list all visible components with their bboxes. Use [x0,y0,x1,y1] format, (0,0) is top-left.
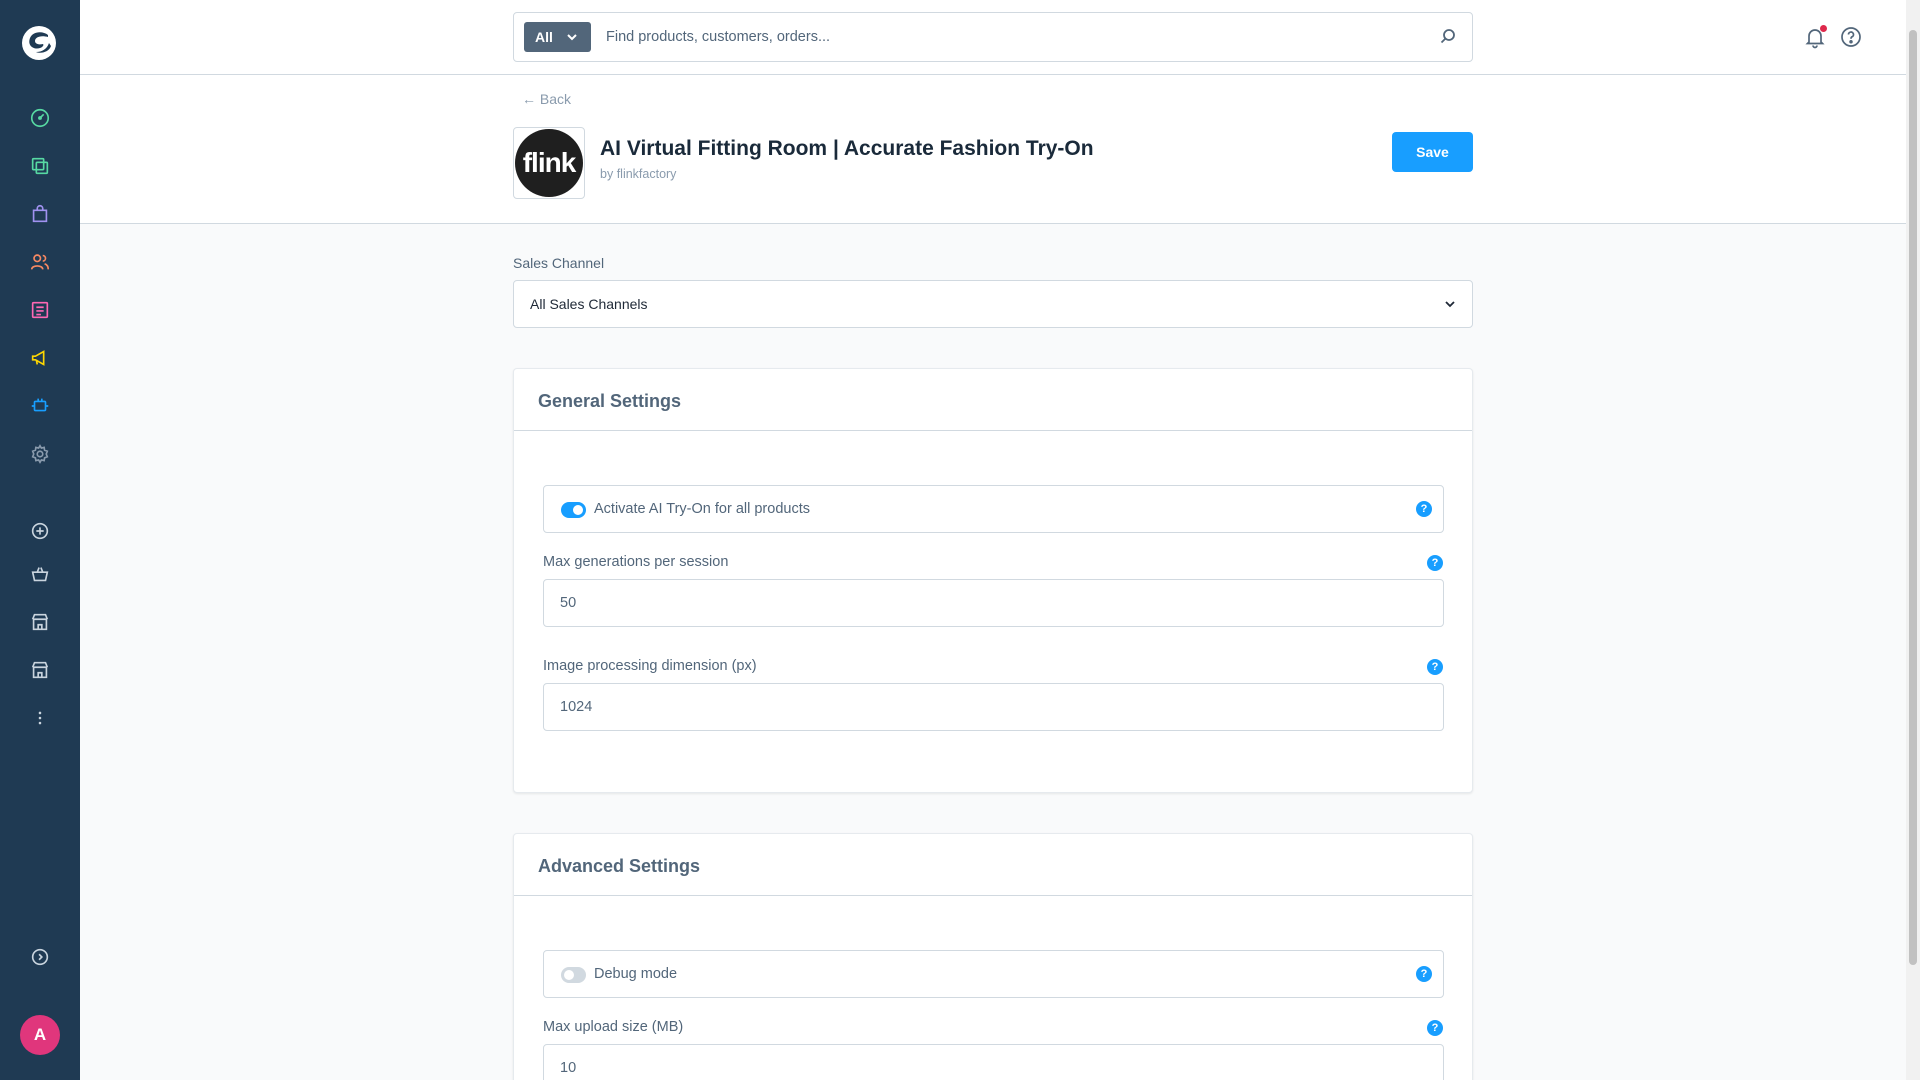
image-dimension-input[interactable] [543,683,1444,731]
dashboard-icon[interactable] [26,104,54,132]
main-sidebar: A [0,0,80,1080]
more-icon[interactable] [26,704,54,732]
global-search: All [513,12,1473,62]
max-upload-input[interactable] [543,1044,1444,1080]
content-icon[interactable] [26,296,54,324]
extensions-icon[interactable] [26,392,54,420]
general-settings-card: General Settings Activate AI Try-On for … [513,368,1473,793]
activate-try-on-label: Activate AI Try-On for all products [594,501,810,517]
save-button[interactable]: Save [1392,132,1473,172]
card-header: General Settings [514,369,1472,431]
vendor-name[interactable]: flinkfactory [617,167,677,181]
marketing-icon[interactable] [26,344,54,372]
search-type-label: All [535,29,553,45]
sales-channel-label: Sales Channel [513,255,605,271]
activate-try-on-switch[interactable] [561,502,586,518]
max-upload-label: Max upload size (MB) [543,1019,684,1035]
card-title: General Settings [538,391,682,411]
chevron-down-icon [1445,301,1455,308]
collapse-icon[interactable] [26,943,54,971]
help-icon[interactable]: ? [1416,501,1432,517]
help-icon[interactable]: ? [1416,966,1432,982]
card-title: Advanced Settings [538,856,701,876]
app-vendor: by flinkfactory [600,167,676,181]
page-scrollbar[interactable] [1906,0,1920,1080]
debug-mode-label: Debug mode [594,966,678,982]
scrollbar-thumb[interactable] [1909,30,1917,965]
search-icon[interactable] [1438,27,1458,47]
storefront-icon[interactable] [26,560,54,588]
activate-try-on-field: Activate AI Try-On for all products ? [543,485,1444,533]
user-avatar[interactable]: A [20,1015,60,1055]
notifications-bell-icon[interactable] [1803,25,1827,49]
max-generations-input[interactable] [543,579,1444,627]
sales-channel-select[interactable]: All Sales Channels [513,280,1473,328]
debug-mode-field: Debug mode ? [543,950,1444,998]
help-icon[interactable]: ? [1427,1020,1443,1036]
app-header: ← Back flink AI Virtual Fitting Room | A… [80,75,1906,224]
chevron-down-icon [567,34,577,41]
max-generations-label: Max generations per session [543,554,729,570]
top-bar: All [80,0,1906,75]
sales-channel-store-icon[interactable] [26,608,54,636]
vendor-prefix: by [600,167,614,181]
help-icon[interactable]: ? [1427,659,1443,675]
app-logo: flink [513,127,585,199]
orders-icon[interactable] [26,200,54,228]
search-input[interactable] [606,26,1406,48]
customers-icon[interactable] [26,248,54,276]
catalogue-icon[interactable] [26,152,54,180]
sales-channel-store-2-icon[interactable] [26,656,54,684]
sales-channel-value: All Sales Channels [530,296,648,312]
shopware-logo-icon[interactable] [19,23,59,63]
search-type-dropdown[interactable]: All [524,22,591,52]
debug-mode-switch[interactable] [561,967,586,983]
add-sales-channel-icon[interactable] [26,517,54,545]
settings-icon[interactable] [26,440,54,468]
advanced-settings-card: Advanced Settings Debug mode ? Max uploa… [513,833,1473,1080]
notification-dot [1820,25,1827,32]
image-dimension-label: Image processing dimension (px) [543,658,757,674]
card-header: Advanced Settings [514,834,1472,896]
page-title: AI Virtual Fitting Room | Accurate Fashi… [600,137,1094,160]
app-logo-badge: flink [515,129,583,197]
help-circle-icon[interactable] [1839,25,1863,49]
help-icon[interactable]: ? [1427,555,1443,571]
back-link[interactable]: ← Back [522,91,571,107]
